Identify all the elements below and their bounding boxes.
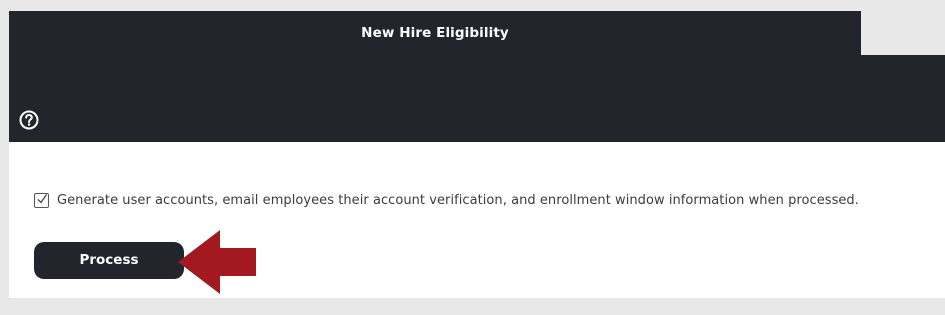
header-toolbar	[9, 55, 945, 142]
check-icon	[37, 193, 48, 204]
process-button[interactable]: Process	[34, 242, 184, 279]
help-icon[interactable]	[19, 110, 39, 130]
page-title: New Hire Eligibility	[361, 25, 509, 41]
generate-accounts-checkbox[interactable]	[34, 192, 49, 208]
generate-accounts-option[interactable]: Generate user accounts, email employees …	[34, 190, 859, 210]
page-frame: New Hire Eligibility Generate user accou…	[0, 0, 945, 315]
generate-accounts-label: Generate user accounts, email employees …	[57, 192, 859, 208]
pointer-arrow-icon	[178, 230, 256, 294]
